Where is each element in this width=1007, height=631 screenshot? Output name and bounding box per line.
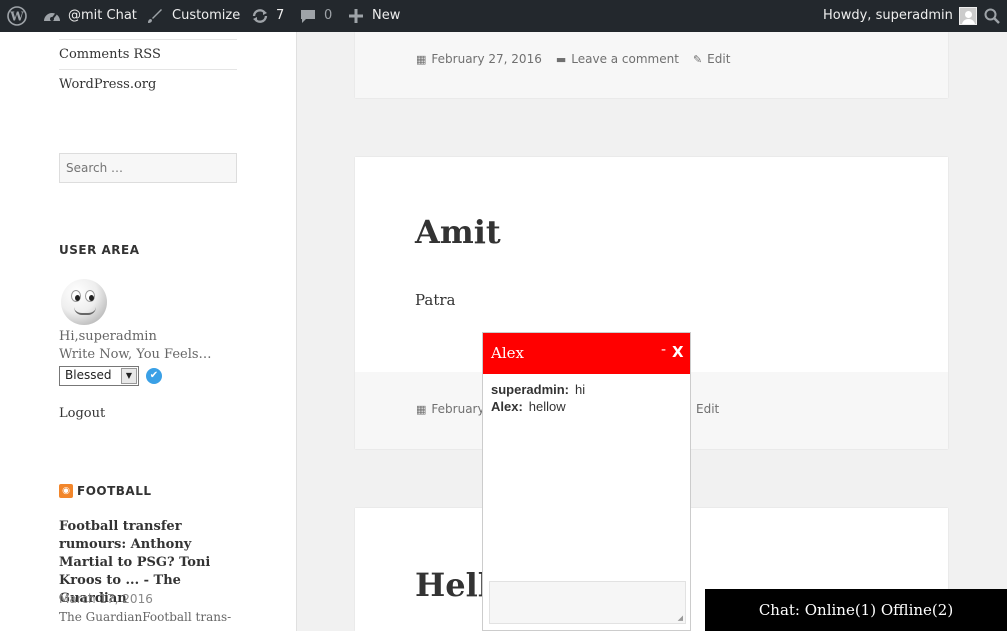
user-avatar [61,279,107,325]
message-sender: superadmin: [491,382,570,397]
update-icon [251,8,269,24]
message-text: hi [575,382,586,397]
comments-link[interactable]: 0 [300,0,332,32]
wordpress-org-link[interactable]: WordPress.org [59,77,156,92]
chat-header: Alex - X [483,333,690,374]
post-date-link[interactable]: ▦ February 27, 2016 [416,52,542,66]
wordpress-logo-icon[interactable]: W [7,0,27,32]
rss-icon[interactable]: ◉ [59,484,73,498]
mood-select[interactable]: Blessed ▼ [59,366,139,386]
post-date-link[interactable]: ▦ February [416,402,485,416]
search-icon[interactable] [984,0,1000,32]
search-input[interactable] [59,153,237,183]
chat-status-bar[interactable]: Chat: Online(1) Offline(2) [705,589,1007,631]
new-content-menu[interactable]: New [349,0,400,32]
news-excerpt: The GuardianFootball trans- [59,610,232,624]
site-name-label: @mit Chat [68,8,137,23]
brush-icon [147,8,163,24]
updates-link[interactable]: 7 [251,0,284,32]
chat-message: superadmin: hi [491,382,585,397]
customize-link[interactable]: Customize [147,0,240,32]
edit-post-link[interactable]: ✎ Edit [693,52,730,66]
logout-link[interactable]: Logout [59,406,105,421]
message-text: hellow [528,399,566,414]
site-name-menu[interactable]: @mit Chat [43,0,137,32]
customize-label: Customize [172,8,241,23]
chevron-down-icon[interactable]: ▼ [121,368,137,384]
divider [59,69,237,70]
dashboard-icon [43,8,61,24]
chat-message-input[interactable]: ◢ [489,581,686,624]
post-title[interactable]: Hell [415,566,490,604]
minimize-button[interactable]: - [661,342,666,358]
calendar-icon: ▦ [416,402,427,416]
calendar-icon: ▦ [416,52,427,66]
pencil-icon: ✎ [692,52,703,66]
divider [59,39,237,40]
comments-count: 0 [324,8,333,23]
feels-label: Write Now, You Feels… [59,347,212,362]
post-title[interactable]: Amit [415,213,501,251]
comments-rss-link[interactable]: Comments RSS [59,47,161,62]
verified-check-icon: ✔ [146,368,162,384]
edit-post-link[interactable]: Edit [696,402,719,416]
svg-text:W: W [9,10,24,24]
message-sender: Alex: [491,399,523,414]
howdy-label: Howdy, superadmin [823,8,953,23]
chat-message: Alex: hellow [491,399,566,414]
admin-bar: W @mit Chat Customize 7 0 New Howdy, sup… [0,0,1007,32]
football-widget-title[interactable]: FOOTBALL [77,484,152,498]
sidebar: Comments RSS WordPress.org USER AREA Hi,… [0,32,297,631]
close-button[interactable]: X [672,343,684,361]
chat-window: Alex - X superadmin: hi Alex: hellow ◢ [482,332,691,631]
comment-icon: ▬ [555,52,567,66]
avatar [958,7,977,25]
post-meta: ▦ February 27, 2016 ▬ Leave a comment ✎ Edi… [416,52,744,66]
user-area-title: USER AREA [59,243,140,257]
resize-grip-icon[interactable]: ◢ [678,614,683,622]
updates-count: 7 [276,8,285,23]
comment-icon [300,9,316,24]
new-label: New [372,8,401,23]
post-body: Patra [415,291,456,309]
account-menu[interactable]: Howdy, superadmin [823,0,977,32]
leave-comment-link[interactable]: ▬ Leave a comment [556,52,679,66]
news-date: March 17, 2016 [59,592,153,606]
post-footer: ▦ February 27, 2016 ▬ Leave a comment ✎ Edi… [355,32,948,98]
chat-partner-name: Alex [491,344,524,362]
mood-selected-value: Blessed [65,368,112,382]
post-card: ▦ February 27, 2016 ▬ Leave a comment ✎ Edi… [355,32,948,98]
user-greeting: Hi,superadmin [59,329,157,344]
plus-icon [349,9,363,23]
